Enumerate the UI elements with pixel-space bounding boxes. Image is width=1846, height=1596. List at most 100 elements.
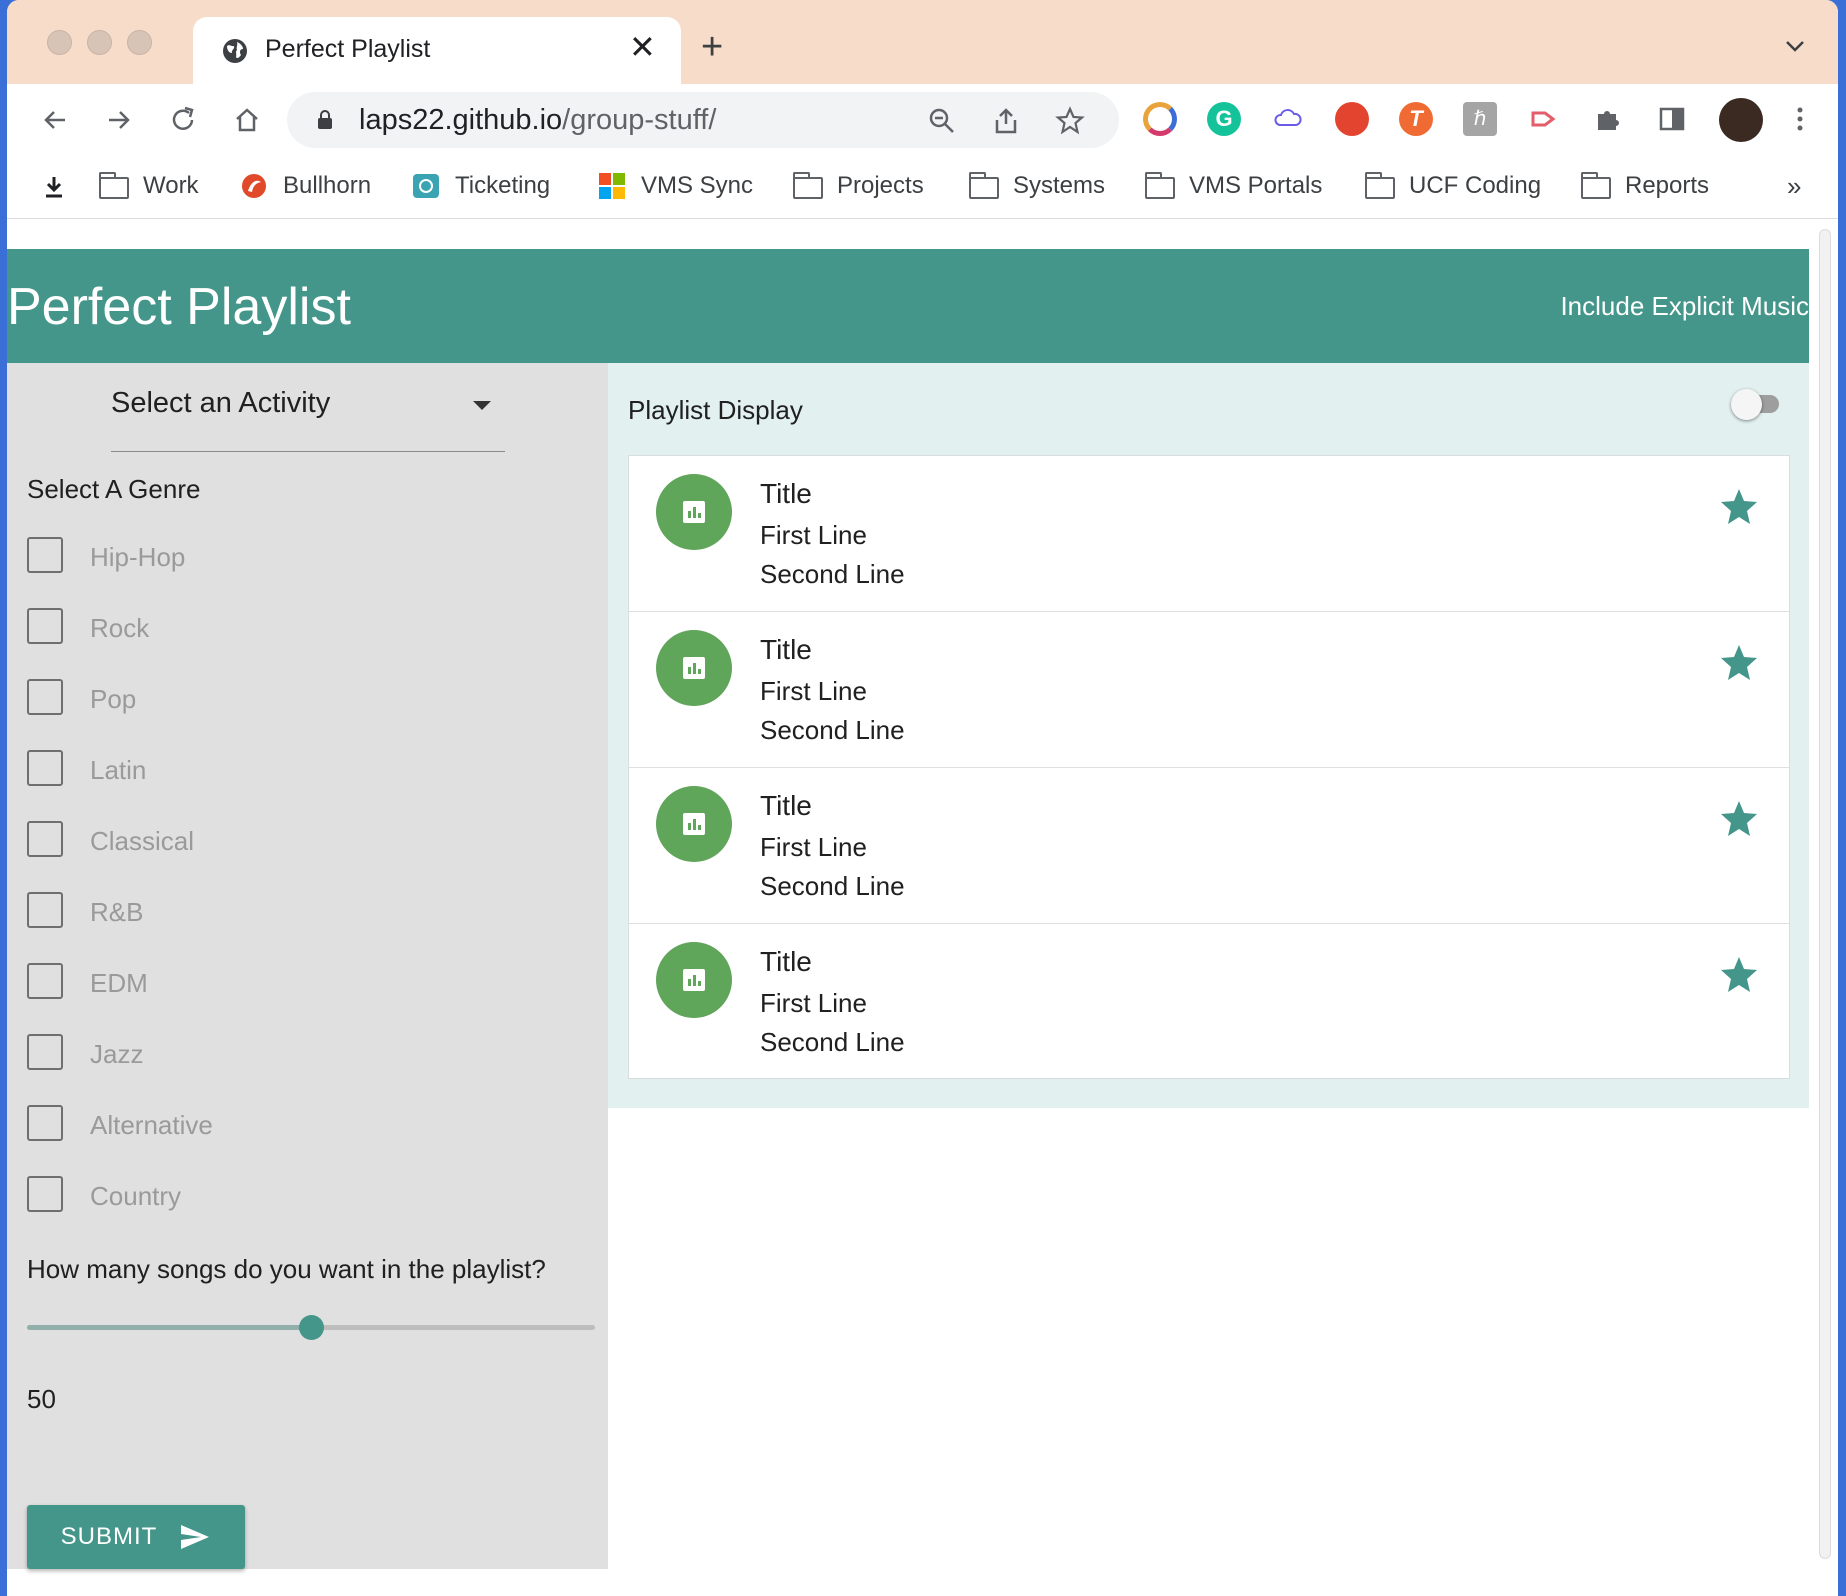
playlist-heading: Playlist Display — [628, 395, 803, 425]
tab-strip: Perfect Playlist ✕ + — [7, 0, 1838, 84]
grammarly-icon[interactable]: G — [1207, 102, 1241, 136]
checkbox[interactable] — [27, 1034, 63, 1070]
extension-orange-icon[interactable]: T — [1399, 102, 1433, 136]
lock-icon — [318, 110, 332, 129]
puzzle-icon[interactable] — [1591, 102, 1625, 136]
globe-icon — [223, 39, 247, 63]
songs-slider[interactable] — [27, 1308, 595, 1348]
share-icon[interactable] — [991, 106, 1021, 136]
maximize-window-button[interactable] — [127, 30, 152, 55]
bookmark-systems[interactable]: Systems — [968, 170, 1105, 202]
genre-heading: Select A Genre — [27, 474, 201, 504]
bookmark-vms-portals[interactable]: VMS Portals — [1144, 170, 1322, 202]
checkbox[interactable] — [27, 608, 63, 644]
folder-icon — [1580, 172, 1611, 199]
activity-select-label: Select an Activity — [111, 387, 331, 419]
bookmarks-bar: Work Bullhorn Ticketing VMS Sync Project… — [7, 156, 1838, 219]
new-tab-button[interactable]: + — [701, 28, 723, 66]
folder-icon — [1364, 172, 1395, 199]
page-content: Perfect Playlist Include Explicit Music … — [7, 219, 1838, 1596]
folder-icon — [792, 172, 823, 199]
bookmark-vms-sync[interactable]: VMS Sync — [597, 170, 753, 202]
chart-avatar-icon — [656, 786, 732, 862]
app-title: Perfect Playlist — [7, 278, 351, 336]
extension-arrow-icon[interactable] — [1527, 102, 1561, 136]
checkbox[interactable] — [27, 892, 63, 928]
reload-icon[interactable] — [165, 102, 201, 138]
page-scrollbar[interactable] — [1817, 229, 1835, 1569]
chart-avatar-icon — [656, 942, 732, 1018]
slider-thumb[interactable] — [299, 1315, 324, 1340]
browser-window: Perfect Playlist ✕ + laps22.github.io/gr — [7, 0, 1838, 1596]
back-arrow-icon[interactable] — [37, 102, 73, 138]
bookmark-ticketing[interactable]: Ticketing — [411, 170, 550, 202]
zoom-icon[interactable] — [927, 106, 957, 136]
checkbox[interactable] — [27, 963, 63, 999]
tab-title: Perfect Playlist — [265, 35, 431, 63]
extension-grey-icon[interactable]: ℏ — [1463, 102, 1497, 136]
star-icon[interactable] — [1719, 954, 1759, 994]
bookmark-star-icon[interactable] — [1055, 106, 1085, 136]
browser-toolbar: laps22.github.io/group-stuff/ G T ℏ — [7, 84, 1838, 156]
bookmark-ucf-coding[interactable]: UCF Coding — [1364, 170, 1541, 202]
submit-label: SUBMIT — [60, 1523, 158, 1550]
checkbox[interactable] — [27, 537, 63, 573]
kebab-menu-icon[interactable] — [1783, 102, 1817, 136]
folder-icon — [1144, 172, 1175, 199]
bookmark-work[interactable]: Work — [98, 170, 199, 202]
side-panel-icon[interactable] — [1655, 102, 1689, 136]
ticketing-icon — [411, 173, 441, 199]
star-icon[interactable] — [1719, 486, 1759, 526]
microsoft-icon — [597, 173, 627, 199]
list-item[interactable]: Title First Line Second Line — [629, 456, 1789, 612]
list-item[interactable]: Title First Line Second Line — [629, 924, 1789, 1080]
chevron-down-icon[interactable] — [1783, 36, 1807, 56]
bullhorn-icon — [239, 173, 269, 199]
download-icon[interactable] — [41, 174, 67, 200]
star-icon[interactable] — [1719, 642, 1759, 682]
songs-question: How many songs do you want in the playli… — [27, 1254, 546, 1284]
explicit-music-label[interactable]: Include Explicit Music — [1560, 291, 1809, 322]
list-item[interactable]: Title First Line Second Line — [629, 612, 1789, 768]
list-item[interactable]: Title First Line Second Line — [629, 768, 1789, 924]
caret-down-icon — [473, 401, 491, 410]
playlist-list: Title First Line Second Line Title First… — [628, 455, 1790, 1079]
checkbox[interactable] — [27, 1105, 63, 1141]
extension-ring-icon[interactable] — [1143, 102, 1177, 136]
forward-arrow-icon[interactable] — [101, 102, 137, 138]
avatar[interactable] — [1719, 98, 1763, 142]
address-bar[interactable]: laps22.github.io/group-stuff/ — [287, 92, 1119, 148]
chart-avatar-icon — [656, 630, 732, 706]
send-icon — [181, 1525, 210, 1549]
minimize-window-button[interactable] — [87, 30, 112, 55]
checkbox[interactable] — [27, 1176, 63, 1212]
chart-avatar-icon — [656, 474, 732, 550]
slider-fill — [27, 1325, 311, 1330]
app-header: Perfect Playlist Include Explicit Music — [7, 249, 1809, 363]
sidebar: Select an Activity Select A Genre Hip-Ho… — [7, 363, 608, 1569]
bookmarks-overflow-button[interactable]: » — [1787, 170, 1801, 202]
bookmark-projects[interactable]: Projects — [792, 170, 924, 202]
bookmark-bullhorn[interactable]: Bullhorn — [239, 170, 371, 202]
tab-perfect-playlist[interactable]: Perfect Playlist ✕ — [193, 17, 681, 84]
scrollbar-thumb[interactable] — [1819, 229, 1831, 1559]
url-text: laps22.github.io/group-stuff/ — [359, 104, 717, 136]
songs-value: 50 — [27, 1384, 56, 1414]
checkbox[interactable] — [27, 750, 63, 786]
star-icon[interactable] — [1719, 798, 1759, 838]
extension-red-icon[interactable] — [1335, 102, 1369, 136]
activity-select[interactable]: Select an Activity — [111, 385, 505, 452]
submit-button[interactable]: SUBMIT — [27, 1505, 245, 1569]
home-icon[interactable] — [229, 102, 265, 138]
close-tab-icon[interactable]: ✕ — [629, 31, 656, 63]
checkbox[interactable] — [27, 679, 63, 715]
close-window-button[interactable] — [47, 30, 72, 55]
bookmark-reports[interactable]: Reports — [1580, 170, 1709, 202]
playlist-panel: Playlist Display Title First Line Second… — [608, 363, 1809, 1108]
cloud-icon[interactable] — [1271, 102, 1305, 136]
folder-icon — [98, 172, 129, 199]
toggle-knob — [1731, 389, 1762, 420]
folder-icon — [968, 172, 999, 199]
playlist-toggle[interactable] — [1731, 385, 1783, 421]
checkbox[interactable] — [27, 821, 63, 857]
